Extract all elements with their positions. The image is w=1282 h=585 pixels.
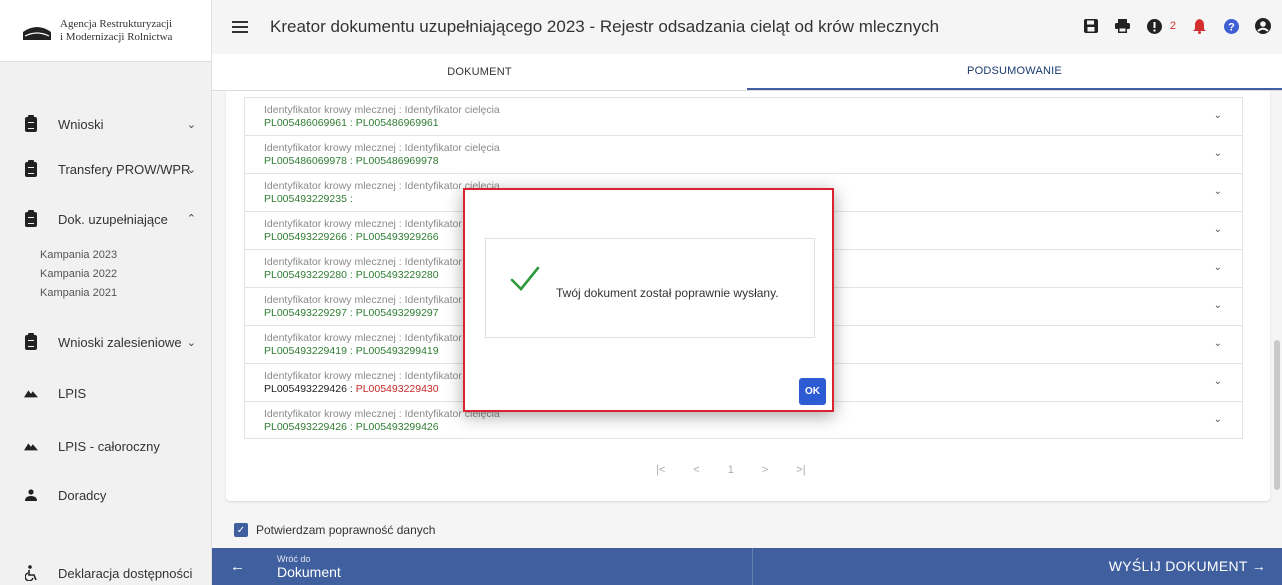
chevron-down-icon: ⌄ — [186, 336, 196, 349]
sidebar-subitem-kampania-2023[interactable]: Kampania 2023 — [40, 249, 117, 261]
tab-podsumowanie[interactable]: PODSUMOWANIE — [747, 54, 1282, 90]
menu-icon[interactable] — [232, 18, 248, 36]
chevron-up-icon: ⌃ — [186, 213, 196, 225]
sidebar-item-label: Wnioski zalesieniowe — [58, 334, 182, 350]
sidebar-item-lpis-caloroczny[interactable]: LPIS - całoroczny — [0, 426, 212, 466]
sidebar-item-lpis[interactable]: LPIS — [0, 373, 212, 413]
checkmark-icon — [510, 266, 540, 291]
clipboard-icon — [24, 114, 38, 132]
terrain-icon — [24, 438, 38, 454]
last-page-button[interactable]: >| — [796, 464, 805, 476]
back-button[interactable]: ← Wróć do Dokument — [212, 548, 752, 585]
sidebar-item-label: Transfery PROW/WPR — [58, 161, 191, 177]
chevron-down-icon[interactable]: ⌄ — [1214, 148, 1222, 159]
ok-button[interactable]: OK — [799, 378, 826, 405]
bottom-bar: ← Wróć do Dokument WYŚLIJ DOKUMENT → — [212, 548, 1282, 585]
page-number[interactable]: 1 — [728, 464, 734, 476]
logo-line-1: Agencja Restrukturyzacji — [60, 17, 173, 30]
sidebar-item-label: Deklaracja dostępności — [58, 565, 193, 581]
chevron-down-icon[interactable]: ⌄ — [1214, 224, 1222, 235]
tab-bar: DOKUMENT PODSUMOWANIE — [212, 54, 1282, 91]
logo-line-2: i Modernizacji Rolnictwa — [60, 30, 173, 43]
chevron-down-icon[interactable]: ⌄ — [1214, 414, 1222, 425]
modal-message-box: Twój dokument został poprawnie wysłany. — [485, 238, 815, 338]
divider — [752, 548, 753, 585]
sidebar-item-label: LPIS — [58, 385, 87, 401]
list-item[interactable]: Identyfikator krowy mlecznej : Identyfik… — [244, 97, 1243, 135]
back-small-label: Wróć do — [277, 553, 311, 564]
arrow-left-icon: ← — [230, 558, 245, 575]
arimr-logo[interactable]: Agencja Restrukturyzacji i Modernizacji … — [0, 0, 211, 62]
chevron-down-icon: ⌄ — [186, 118, 196, 131]
sidebar-subitem-kampania-2021[interactable]: Kampania 2021 — [40, 287, 117, 299]
success-modal: Twój dokument został poprawnie wysłany. … — [463, 188, 834, 412]
sidebar-item-transfery[interactable]: Transfery PROW/WPR ⌄ — [0, 149, 212, 189]
sidebar-subitem-kampania-2022[interactable]: Kampania 2022 — [40, 268, 117, 280]
scrollbar[interactable] — [1274, 340, 1280, 490]
chevron-down-icon: ⌄ — [186, 163, 196, 176]
bell-icon[interactable] — [1190, 17, 1208, 35]
chevron-down-icon[interactable]: ⌄ — [1214, 262, 1222, 273]
tab-dokument[interactable]: DOKUMENT — [212, 54, 747, 90]
print-icon[interactable] — [1114, 17, 1132, 35]
sidebar-item-dok-uzupelniajace[interactable]: Dok. uzupełniające ⌃ — [0, 199, 212, 239]
help-icon[interactable]: ? — [1222, 17, 1240, 35]
person-icon — [24, 487, 38, 503]
row-label: Identyfikator krowy mlecznej : Identyfik… — [264, 142, 500, 154]
row-value: PL005493229426 : PL005493299426 — [264, 421, 439, 433]
modal-message: Twój dokument został poprawnie wysłany. — [556, 286, 779, 300]
page-title: Kreator dokumentu uzupełniającego 2023 -… — [270, 17, 940, 36]
chevron-down-icon[interactable]: ⌄ — [1214, 376, 1222, 387]
row-label: Identyfikator krowy mlecznej : Identyfik… — [264, 104, 500, 116]
alert-icon[interactable] — [1146, 17, 1164, 35]
sidebar-item-label: Wnioski — [58, 116, 104, 132]
terrain-icon — [24, 385, 38, 401]
first-page-button[interactable]: |< — [656, 464, 665, 476]
next-page-button[interactable]: > — [762, 464, 768, 476]
chevron-down-icon[interactable]: ⌄ — [1214, 300, 1222, 311]
notification-count: 2 — [1169, 20, 1176, 32]
chevron-down-icon[interactable]: ⌄ — [1214, 338, 1222, 349]
confirm-checkbox[interactable]: ✓ — [234, 523, 248, 537]
chevron-down-icon[interactable]: ⌄ — [1214, 186, 1222, 197]
prev-page-button[interactable]: < — [693, 464, 699, 476]
send-document-button[interactable]: WYŚLIJ DOKUMENT → — [1109, 558, 1266, 574]
user-icon[interactable] — [1254, 17, 1272, 35]
sidebar-item-label: LPIS - całoroczny — [58, 438, 160, 454]
sidebar-item-doradcy[interactable]: Doradcy — [0, 475, 212, 515]
confirm-row: ✓ Potwierdzam poprawność danych — [234, 523, 435, 537]
sidebar: Agencja Restrukturyzacji i Modernizacji … — [0, 0, 212, 585]
sidebar-item-wnioski-zalesieniowe[interactable]: Wnioski zalesieniowe ⌄ — [0, 322, 212, 362]
row-value: PL005486069961 : PL005486969961 — [264, 117, 439, 129]
pagination: |< < 1 > >| — [656, 464, 806, 476]
confirm-label: Potwierdzam poprawność danych — [256, 523, 436, 537]
accessibility-icon — [24, 565, 38, 581]
chevron-down-icon[interactable]: ⌄ — [1214, 110, 1222, 121]
clipboard-icon — [24, 209, 38, 227]
back-label: Dokument — [277, 563, 341, 580]
row-value: PL005486069978 : PL005486969978 — [264, 155, 439, 167]
sidebar-item-wnioski[interactable]: Wnioski ⌄ — [0, 104, 212, 144]
sidebar-item-label: Dok. uzupełniające — [58, 211, 168, 227]
header: Kreator dokumentu uzupełniającego 2023 -… — [212, 0, 1282, 54]
clipboard-icon — [24, 159, 38, 177]
clipboard-icon — [24, 332, 38, 350]
arimr-logo-icon — [22, 20, 52, 42]
list-item[interactable]: Identyfikator krowy mlecznej : Identyfik… — [244, 135, 1243, 173]
svg-text:?: ? — [1228, 21, 1235, 33]
sidebar-item-deklaracja-dostepnosci[interactable]: Deklaracja dostępności — [0, 553, 212, 585]
sidebar-item-label: Doradcy — [58, 487, 107, 503]
save-icon[interactable] — [1082, 17, 1100, 35]
